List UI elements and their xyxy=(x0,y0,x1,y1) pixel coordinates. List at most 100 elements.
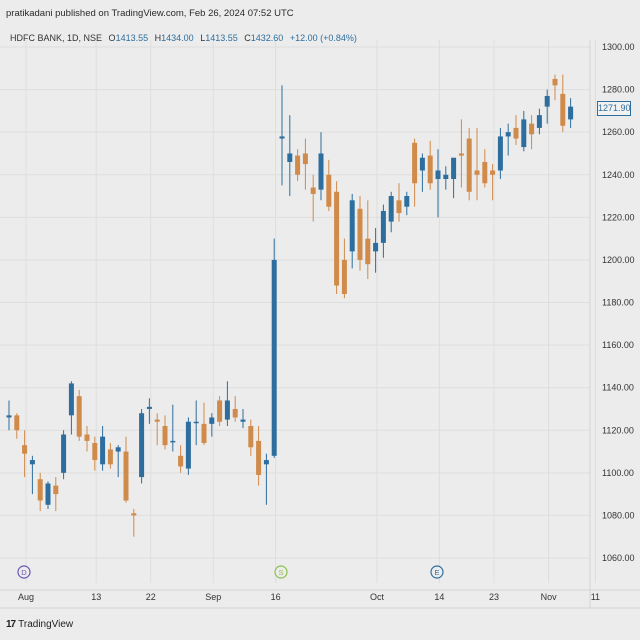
high-value: 1434.00 xyxy=(161,33,194,43)
candle-body xyxy=(365,238,371,265)
low-value: 1413.55 xyxy=(205,33,238,43)
candle-body xyxy=(139,413,145,478)
open-label: O xyxy=(108,33,116,43)
candle-body xyxy=(107,449,113,465)
candle-body xyxy=(92,443,98,461)
open-value: 1413.55 xyxy=(115,33,149,43)
candle-body xyxy=(100,436,106,465)
candle-body xyxy=(185,421,191,469)
candle-body xyxy=(209,417,215,424)
candle-body xyxy=(419,157,425,171)
symbol-name: HDFC BANK, 1D, NSE xyxy=(10,33,103,43)
candle-body xyxy=(568,106,574,120)
price-axis: 1060.00 1080.00 1100.00 1120.00 1140.00 1160.… xyxy=(602,42,635,563)
y-tick-label: 1200.00 xyxy=(602,255,635,265)
brand-name: TradingView xyxy=(18,619,74,630)
x-tick-label: 16 xyxy=(271,592,281,602)
x-tick-label: 14 xyxy=(434,592,444,602)
candle-body xyxy=(68,383,74,416)
time-axis: Aug 13 22 Sep 16 Oct 14 23 Nov 11 xyxy=(18,592,600,602)
candle-body xyxy=(22,445,28,454)
candle-body xyxy=(146,406,152,409)
candle-body xyxy=(521,119,527,148)
candle-body xyxy=(240,419,246,422)
candle-body xyxy=(29,460,35,465)
candle-body xyxy=(14,415,20,431)
candle-body xyxy=(458,153,464,156)
dividend-marker-label: D xyxy=(21,568,27,577)
candle-body xyxy=(388,196,394,222)
price-chart[interactable]: 1060.00 1080.00 1100.00 1120.00 1140.00 1160.… xyxy=(0,0,640,640)
candle-body xyxy=(115,447,121,452)
candle-body xyxy=(263,460,269,465)
candle-body xyxy=(37,479,43,501)
x-tick-label: Nov xyxy=(541,592,558,602)
y-tick-label: 1180.00 xyxy=(602,298,634,308)
candle-body xyxy=(373,242,379,252)
candle-body xyxy=(513,127,519,139)
y-tick-label: 1240.00 xyxy=(602,170,635,180)
candle-body xyxy=(279,136,285,139)
candle-body xyxy=(326,174,332,207)
tradingview-logo-icon: 17 xyxy=(6,619,16,630)
earnings-marker-label: E xyxy=(434,568,439,577)
candle-body xyxy=(412,142,418,184)
y-tick-label: 1100.00 xyxy=(602,468,634,478)
candle-body xyxy=(193,421,199,424)
candle-body xyxy=(310,187,316,194)
y-tick-label: 1220.00 xyxy=(602,212,635,222)
candle-body xyxy=(217,400,223,422)
y-tick-label: 1080.00 xyxy=(602,510,635,520)
x-tick-label: 22 xyxy=(146,592,156,602)
x-tick-label: 11 xyxy=(591,592,600,602)
y-tick-label: 1280.00 xyxy=(602,85,635,95)
candle-body xyxy=(162,425,168,446)
candle-body xyxy=(544,95,550,107)
close-value: 1432.60 xyxy=(250,33,284,43)
footer-brand[interactable]: 17 TradingView xyxy=(6,619,73,630)
candle-body xyxy=(482,161,488,184)
y-tick-label: 1060.00 xyxy=(602,553,635,563)
candle-body xyxy=(53,485,59,495)
candle-body xyxy=(396,200,402,214)
candle-body xyxy=(123,451,129,501)
candle-body xyxy=(349,200,355,252)
y-tick-label: 1260.00 xyxy=(602,127,635,137)
candle-body xyxy=(84,434,90,441)
candle-body xyxy=(61,434,67,473)
candle-body xyxy=(224,400,230,420)
candle-body xyxy=(131,513,137,516)
y-tick-label: 1300.00 xyxy=(602,42,635,52)
candle-body xyxy=(357,208,363,260)
change-value: +12.00 (+0.84%) xyxy=(289,33,357,43)
candle-body xyxy=(380,210,386,243)
candle-body xyxy=(178,455,184,467)
event-markers: DSE xyxy=(17,565,444,579)
candle-body xyxy=(451,157,457,180)
candle-body xyxy=(76,396,82,437)
candle-body xyxy=(529,123,535,135)
candle-body xyxy=(435,170,441,180)
candle-body xyxy=(154,419,160,422)
split-marker-label: S xyxy=(278,568,283,577)
candle-body xyxy=(334,191,340,286)
candle-body xyxy=(536,115,542,128)
x-tick-label: Oct xyxy=(370,592,385,602)
candle-body xyxy=(302,153,308,165)
candle-body xyxy=(490,170,496,175)
x-tick-label: Sep xyxy=(205,592,221,602)
candle-body xyxy=(404,196,410,207)
candle-body xyxy=(287,153,293,162)
candle-body xyxy=(427,155,433,184)
candle-body xyxy=(271,259,277,456)
candle-body xyxy=(295,155,301,175)
candle-body xyxy=(474,170,480,175)
candle-body xyxy=(248,425,254,448)
x-tick-label: 23 xyxy=(489,592,499,602)
candle-body xyxy=(443,174,449,180)
x-tick-label: Aug xyxy=(18,592,34,602)
publisher-note: pratikadani published on TradingView.com… xyxy=(6,8,294,19)
candle-body xyxy=(552,78,558,86)
candle-body xyxy=(318,153,324,190)
candle-body xyxy=(170,440,176,443)
